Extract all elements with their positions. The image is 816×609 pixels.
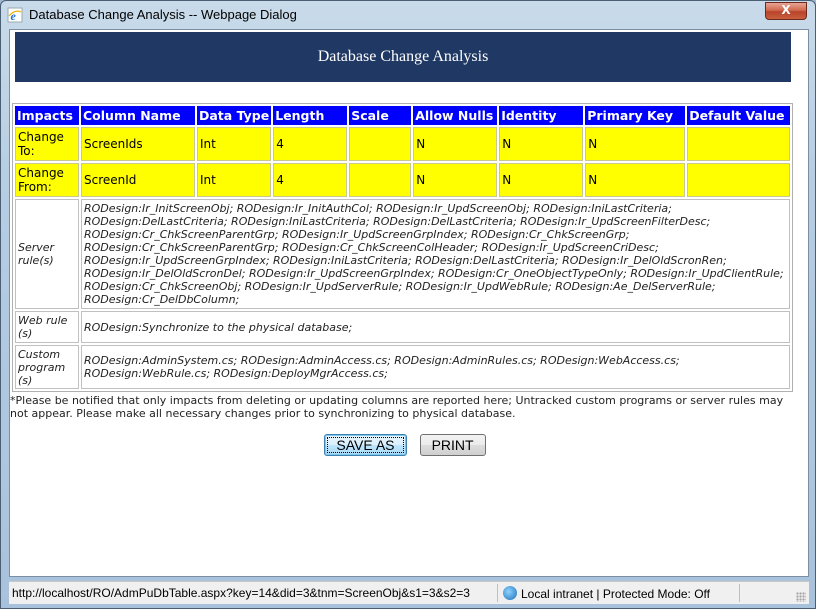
cell-identity: N bbox=[499, 163, 584, 197]
cell-impact: Change From: bbox=[15, 163, 79, 197]
table-row-change-to: Change To: ScreenIds Int 4 N N N bbox=[15, 127, 790, 161]
globe-icon bbox=[503, 586, 517, 600]
header-impacts: Impacts bbox=[15, 106, 79, 125]
web-rules-label: Web rule (s) bbox=[15, 311, 79, 343]
cell-default-value bbox=[687, 127, 790, 161]
close-button[interactable]: X bbox=[765, 2, 807, 20]
page-banner: Database Change Analysis bbox=[15, 32, 791, 82]
web-rules-text: RODesign:Synchronize to the physical dat… bbox=[81, 311, 790, 343]
cell-length: 4 bbox=[273, 127, 348, 161]
server-rules-label: Server rule(s) bbox=[15, 199, 79, 309]
header-data-type: Data Type bbox=[197, 106, 272, 125]
header-default-value: Default Value bbox=[687, 106, 790, 125]
status-url: http://localhost/RO/AdmPuDbTable.aspx?ke… bbox=[12, 586, 470, 600]
custom-programs-label: Custom program (s) bbox=[15, 345, 79, 389]
resize-grip-icon[interactable] bbox=[796, 592, 806, 602]
security-zone-label: Local intranet | Protected Mode: Off bbox=[521, 587, 710, 601]
header-column-name: Column Name bbox=[81, 106, 195, 125]
web-rules-row: Web rule (s) RODesign:Synchronize to the… bbox=[15, 311, 790, 343]
status-bar: http://localhost/RO/AdmPuDbTable.aspx?ke… bbox=[9, 581, 809, 604]
table-row-change-from: Change From: ScreenId Int 4 N N N bbox=[15, 163, 790, 197]
server-rules-text: RODesign:Ir_InitScreenObj; RODesign:Ir_I… bbox=[81, 199, 790, 309]
cell-allow-nulls: N bbox=[413, 127, 498, 161]
custom-programs-row: Custom program (s) RODesign:AdminSystem.… bbox=[15, 345, 790, 389]
save-as-button[interactable]: SAVE AS bbox=[324, 434, 407, 456]
security-zone[interactable]: Local intranet | Protected Mode: Off bbox=[503, 586, 710, 601]
notice-text: *Please be notified that only impacts fr… bbox=[10, 394, 784, 420]
cell-scale bbox=[349, 127, 412, 161]
cell-default-value bbox=[687, 163, 790, 197]
cell-allow-nulls: N bbox=[413, 163, 498, 197]
status-divider bbox=[739, 584, 740, 602]
cell-primary-key: N bbox=[585, 163, 686, 197]
window-title: Database Change Analysis -- Webpage Dial… bbox=[29, 7, 297, 22]
cell-column-name: ScreenIds bbox=[81, 127, 195, 161]
status-divider bbox=[497, 584, 498, 602]
header-primary-key: Primary Key bbox=[585, 106, 686, 125]
dialog-window: e Database Change Analysis -- Webpage Di… bbox=[0, 0, 816, 609]
header-scale: Scale bbox=[349, 106, 412, 125]
header-allow-nulls: Allow Nulls bbox=[413, 106, 498, 125]
cell-identity: N bbox=[499, 127, 584, 161]
header-length: Length bbox=[273, 106, 348, 125]
custom-programs-text: RODesign:AdminSystem.cs; RODesign:AdminA… bbox=[81, 345, 790, 389]
action-buttons: SAVE AS PRINT bbox=[10, 434, 800, 456]
cell-data-type: Int bbox=[197, 163, 272, 197]
ie-icon: e bbox=[7, 7, 23, 23]
dialog-content: Database Change Analysis Impacts Column … bbox=[9, 29, 809, 577]
cell-scale bbox=[349, 163, 412, 197]
cell-impact: Change To: bbox=[15, 127, 79, 161]
title-bar[interactable]: e Database Change Analysis -- Webpage Di… bbox=[1, 1, 815, 29]
print-button[interactable]: PRINT bbox=[419, 434, 486, 456]
change-analysis-table: Impacts Column Name Data Type Length Sca… bbox=[12, 103, 793, 392]
server-rules-row: Server rule(s) RODesign:Ir_InitScreenObj… bbox=[15, 199, 790, 309]
cell-data-type: Int bbox=[197, 127, 272, 161]
cell-column-name: ScreenId bbox=[81, 163, 195, 197]
table-header-row: Impacts Column Name Data Type Length Sca… bbox=[15, 106, 790, 125]
cell-primary-key: N bbox=[585, 127, 686, 161]
header-identity: Identity bbox=[499, 106, 584, 125]
cell-length: 4 bbox=[273, 163, 348, 197]
